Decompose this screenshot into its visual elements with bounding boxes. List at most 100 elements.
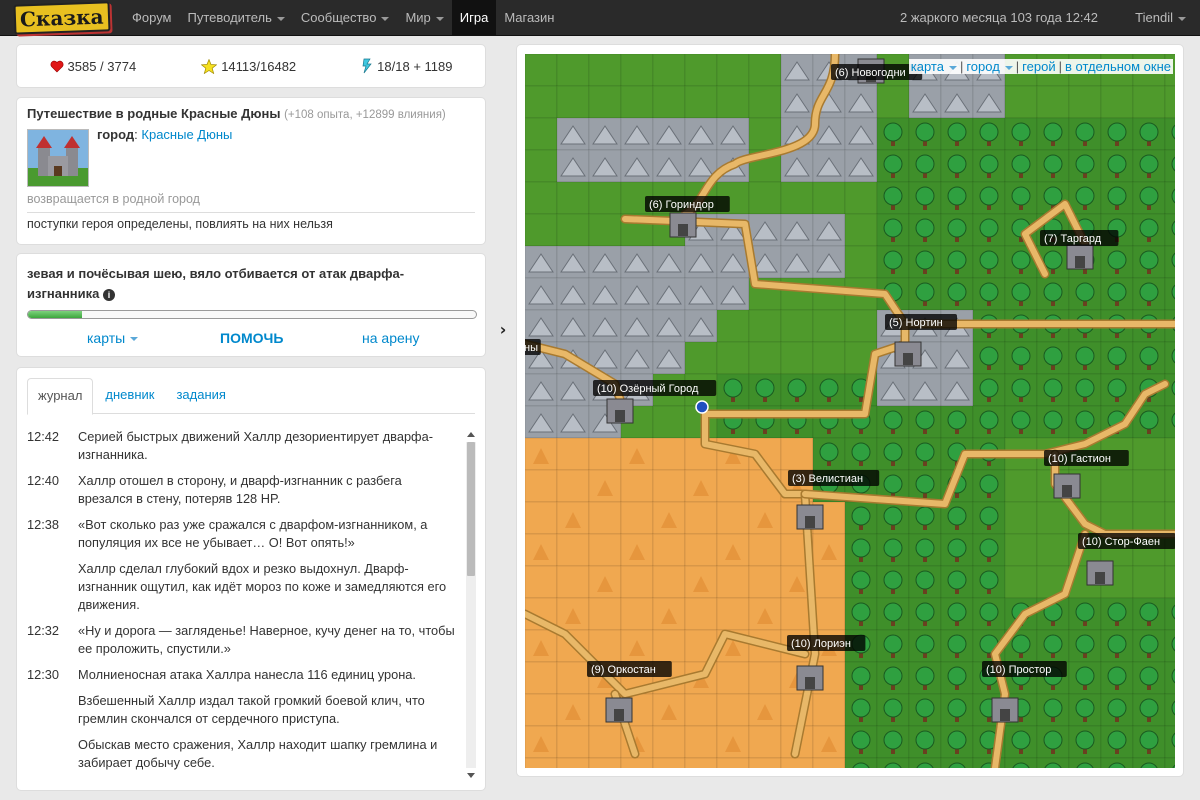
world-map[interactable]: (6) Новогодни (6) Гориндор (7) Таргард (5) …	[525, 54, 1175, 768]
action-panel: зевая и почёсывая шею, вяло отбивается о…	[16, 253, 486, 357]
journal-entry: 12:30 Молниеносная атака Халлра нанесла 1…	[27, 666, 457, 684]
journal-tabs: журнал дневник задания	[27, 378, 475, 415]
help-button[interactable]: ПОМОЧЬ	[220, 330, 283, 346]
hero-stats-panel: 3585 / 3774 14113/16482 18/18 + 1189	[16, 44, 486, 88]
nav-shop[interactable]: Магазин	[496, 0, 562, 36]
divider	[27, 212, 475, 213]
cards-label: карты	[87, 330, 126, 346]
entry-text: Халлр отошел в сторону, и дварф-изгнанни…	[78, 473, 402, 506]
tab-diary[interactable]: дневник	[95, 378, 164, 413]
hero-marker[interactable]	[695, 400, 709, 414]
city-label: (10) Гастион	[1048, 453, 1111, 465]
tab-journal[interactable]: журнал	[27, 378, 94, 415]
journal-entry: 12:38 «Вот сколько раз уже сражался с два…	[27, 516, 457, 552]
arena-button[interactable]: на арену	[362, 330, 420, 346]
quest-title: Путешествие в родные Красные Дюны	[27, 106, 281, 121]
map-city[interactable]: ны	[525, 339, 541, 355]
star-icon	[201, 58, 218, 74]
city-label: (9) Оркостан	[591, 664, 656, 676]
user-name: Tiendil	[1135, 10, 1173, 25]
nav-shop-label: Магазин	[504, 10, 555, 25]
action-progress-fill	[28, 311, 82, 318]
info-icon[interactable]: i	[103, 288, 116, 301]
journal-entry: 12:40 Халлр отошел в сторону, и дварф-изг…	[27, 472, 457, 508]
scroll-thumb[interactable]	[467, 442, 475, 576]
quest-title-line: Путешествие в родные Красные Дюны (+108 …	[27, 106, 475, 121]
journal-scrollbar[interactable]	[465, 430, 477, 780]
journal-entry: Взбешенный Халлр издал такой громкий бое…	[27, 692, 457, 728]
chevron-down-icon	[1178, 16, 1186, 21]
cards-button[interactable]: карты	[87, 330, 139, 346]
city-label: (6) Гориндор	[649, 199, 714, 211]
journal-panel: журнал дневник задания 12:42 Серией быстр…	[16, 367, 486, 791]
entry-time	[27, 560, 78, 614]
city-label: (3) Велистиан	[792, 473, 863, 485]
journal-entry: Обыскав место сражения, Халлр находит ша…	[27, 736, 457, 772]
entry-text: Серией быстрых движений Халлр дезориенти…	[78, 429, 433, 462]
scroll-track[interactable]	[466, 442, 476, 768]
top-navbar: Сказка Форум Путеводитель Сообщество Мир…	[0, 0, 1200, 36]
city-label: (10) Озёрный Город	[597, 383, 699, 395]
energy-bolt-icon	[362, 58, 372, 74]
logo[interactable]: Сказка	[13, 1, 118, 35]
journal-entry: 12:42 Серией быстрых движений Халлр дезор…	[27, 428, 457, 464]
entry-time	[27, 692, 78, 728]
nav-game[interactable]: Игра	[451, 0, 497, 36]
logo-text: Сказка	[13, 1, 110, 35]
chevron-down-icon	[276, 16, 285, 21]
map-toolbar: карта | город | герой | в отдельном окне	[908, 59, 1173, 74]
city-dropdown-label: город	[966, 59, 1000, 74]
city-label: (7) Таргард	[1044, 233, 1102, 245]
nav-world[interactable]: Мир	[397, 0, 451, 36]
entry-text: Халлр сделал глубокий вдох и резко выдох…	[78, 561, 447, 612]
nav-guide[interactable]: Путеводитель	[180, 0, 293, 36]
quest-bonus: (+108 опыта, +12899 влияния)	[284, 109, 446, 121]
entry-time: 12:38	[27, 517, 60, 532]
city-image	[27, 129, 89, 187]
energy-stat: 18/18 + 1189	[361, 58, 452, 74]
quest-city-link[interactable]: Красные Дюны	[141, 127, 232, 142]
entry-time: 12:40	[27, 473, 60, 488]
city-label: (10) Лориэн	[791, 638, 851, 650]
action-text-line: зевая и почёсывая шею, вяло отбивается о…	[27, 264, 427, 304]
nav-community[interactable]: Сообщество	[293, 0, 398, 36]
chevron-down-icon	[130, 337, 139, 342]
entry-time: 12:30	[27, 667, 60, 682]
chevron-right-icon[interactable]: ›	[494, 320, 512, 344]
quest-city: город: Красные Дюны	[97, 127, 233, 142]
hero-link[interactable]: герой	[1022, 59, 1055, 74]
entry-time: 12:32	[27, 623, 60, 638]
nav-forum[interactable]: Форум	[124, 0, 180, 36]
separate-window-link[interactable]: в отдельном окне	[1065, 59, 1171, 74]
nav-forum-label: Форум	[132, 10, 172, 25]
chevron-down-icon	[435, 16, 444, 21]
chevron-down-icon	[948, 65, 957, 70]
city-label: (10) Простор	[986, 664, 1051, 676]
entry-text: Взбешенный Халлр издал такой громкий бое…	[78, 693, 425, 726]
nav-game-label: Игра	[459, 10, 489, 25]
nav-guide-label: Путеводитель	[187, 10, 272, 25]
quest-note: поступки героя определены, повлиять на н…	[27, 217, 333, 231]
city-dropdown[interactable]: город	[966, 59, 1013, 74]
main-nav: Форум Путеводитель Сообщество Мир Игра М…	[124, 0, 562, 36]
city-label: (6) Новогодни	[835, 67, 906, 79]
entry-text: Молниеносная атака Халлра нанесла 116 ед…	[78, 667, 416, 682]
scroll-up-icon[interactable]	[467, 432, 475, 437]
journal-entry: Халлр сделал глубокий вдох и резко выдох…	[27, 560, 457, 614]
quest-city-label: город	[97, 127, 135, 142]
map-dropdown-label: карта	[910, 59, 944, 74]
journal-entry: 12:32 «Ну и дорога — загляденье! Наверное…	[27, 622, 457, 658]
action-text: зевая и почёсывая шею, вяло отбивается о…	[27, 266, 405, 301]
scroll-down-icon[interactable]	[467, 773, 475, 778]
entry-time	[27, 736, 78, 772]
user-menu[interactable]: Tiendil	[1135, 0, 1186, 36]
quest-status: возвращается в родной город	[27, 192, 200, 206]
quest-panel: Путешествие в родные Красные Дюны (+108 …	[16, 97, 486, 245]
nav-community-label: Сообщество	[300, 10, 377, 25]
game-datetime: 2 жаркого месяца 103 года 12:42	[899, 10, 1098, 25]
map-dropdown[interactable]: карта	[911, 59, 957, 74]
tab-quests[interactable]: задания	[166, 378, 236, 413]
map-panel: (6) Новогодни (6) Гориндор (7) Таргард (5) …	[516, 44, 1184, 777]
city-label: (5) Нортин	[889, 317, 943, 329]
heart-icon	[50, 60, 63, 72]
